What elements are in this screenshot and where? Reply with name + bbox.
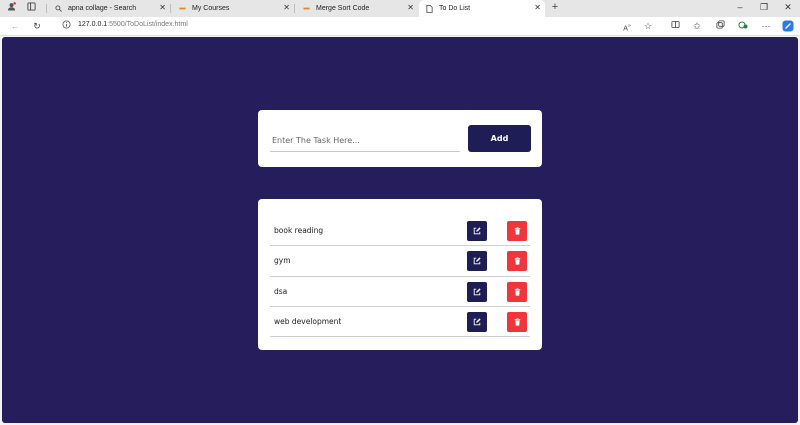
delete-button[interactable]	[507, 311, 527, 332]
restore-icon[interactable]: ❐	[757, 2, 771, 13]
tab-title: apna collage - Search	[68, 5, 137, 12]
dash-icon	[178, 5, 186, 13]
url-host: 127.0.0.1	[78, 21, 108, 28]
trash-icon	[514, 287, 520, 296]
page-icon	[425, 4, 433, 13]
close-icon[interactable]: ✕	[534, 3, 541, 12]
trash-icon	[514, 318, 520, 326]
copilot-icon[interactable]	[781, 20, 795, 33]
close-icon[interactable]: ✕	[283, 3, 290, 12]
edit-button[interactable]	[467, 311, 487, 332]
url-path: :5500/ToDoList/index.html	[107, 21, 188, 28]
read-aloud-icon[interactable]: A»	[620, 20, 634, 33]
close-window-icon[interactable]: ✕	[781, 2, 795, 13]
minimize-icon[interactable]: –	[733, 2, 747, 12]
new-tab-icon[interactable]: +	[548, 1, 562, 14]
task-text: book reading	[274, 226, 324, 236]
edit-icon	[473, 318, 481, 326]
delete-button[interactable]	[507, 251, 527, 272]
tab-actions-icon[interactable]	[24, 2, 38, 15]
profile-icon[interactable]	[4, 2, 18, 15]
address-toolbar: ← ↻ 127.0.0.1:5500/ToDoList/index.html A…	[0, 17, 800, 36]
tab-title: Merge Sort Code	[316, 5, 370, 12]
address-bar[interactable]: 127.0.0.1:5500/ToDoList/index.html	[78, 21, 188, 28]
edit-icon	[473, 257, 481, 265]
list-item: web development	[270, 307, 530, 338]
tab-title: My Courses	[192, 5, 230, 12]
trash-icon	[514, 227, 520, 235]
page-viewport: Add book reading gym	[2, 37, 798, 423]
delete-button[interactable]	[507, 221, 527, 241]
delete-button[interactable]	[507, 281, 527, 302]
edit-icon	[473, 287, 481, 295]
info-icon[interactable]	[59, 20, 73, 33]
edit-button[interactable]	[467, 221, 487, 241]
task-list-card: book reading gym dsa web development	[258, 199, 542, 350]
task-input-card: Add	[258, 110, 542, 167]
edit-button[interactable]	[467, 281, 487, 302]
tab-search[interactable]: apna collage - Search ✕	[48, 0, 170, 17]
split-screen-icon[interactable]	[668, 20, 682, 33]
close-icon[interactable]: ✕	[407, 3, 414, 12]
task-list: book reading gym dsa web development	[270, 216, 530, 338]
trash-icon	[514, 257, 520, 265]
list-item: gym	[270, 246, 530, 277]
refresh-icon[interactable]: ↻	[30, 20, 44, 33]
tab-to-do-list[interactable]: To Do List ✕	[419, 0, 545, 17]
list-item: book reading	[270, 216, 530, 247]
back-icon[interactable]: ←	[8, 20, 22, 33]
favorites-icon[interactable]: ✩	[690, 20, 704, 33]
task-text: web development	[274, 317, 342, 327]
edit-button[interactable]	[467, 251, 487, 272]
extensions-icon[interactable]	[736, 20, 750, 33]
tab-strip: apna collage - Search ✕ My Courses ✕ Mer…	[0, 0, 800, 17]
tab-title: To Do List	[439, 5, 471, 12]
edit-icon	[473, 227, 481, 235]
favorite-star-icon[interactable]: ☆	[641, 20, 655, 33]
task-input[interactable]	[270, 129, 460, 152]
task-text: dsa	[274, 286, 288, 296]
add-button[interactable]: Add	[468, 125, 531, 152]
search-icon	[54, 5, 62, 13]
dash-icon	[302, 5, 310, 13]
tab-my-courses[interactable]: My Courses ✕	[172, 0, 294, 17]
task-text: gym	[274, 256, 291, 266]
tab-merge-sort[interactable]: Merge Sort Code ✕	[296, 0, 418, 17]
list-item: dsa	[270, 277, 530, 307]
collections-icon[interactable]	[713, 20, 727, 33]
more-icon[interactable]: ···	[759, 20, 773, 33]
close-icon[interactable]: ✕	[159, 3, 166, 12]
